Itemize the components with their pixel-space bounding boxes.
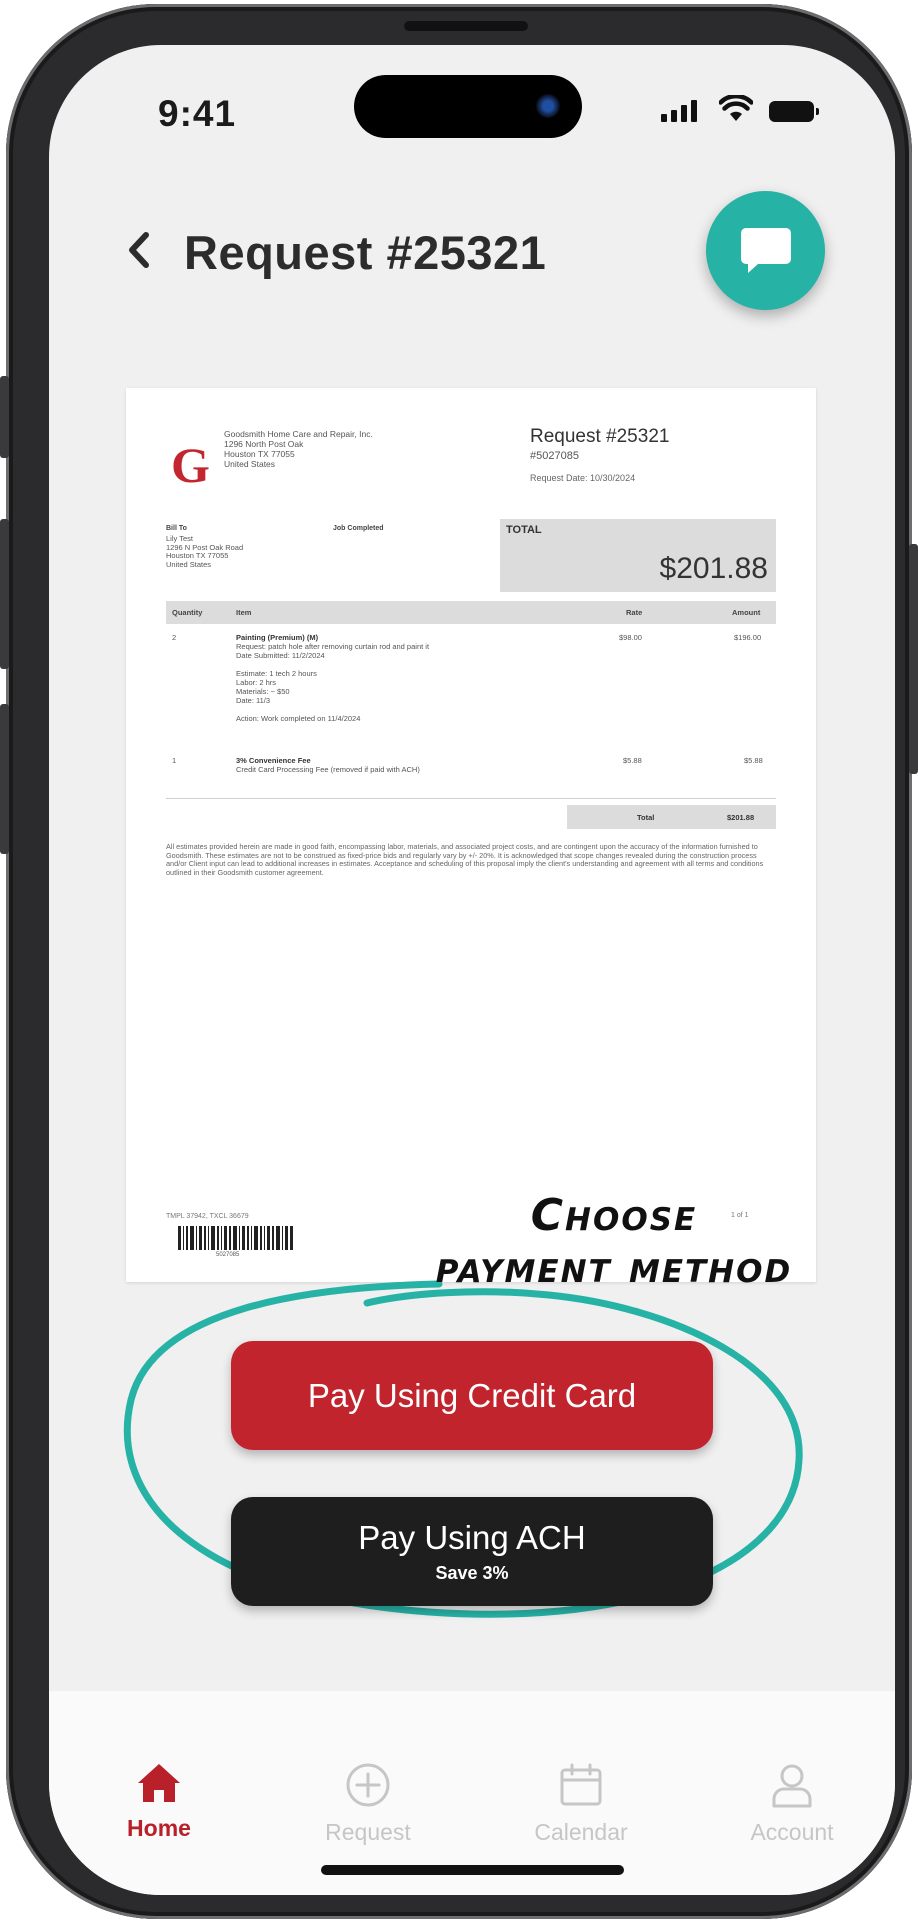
action-button: [0, 376, 9, 458]
tab-account[interactable]: Account: [722, 1761, 862, 1846]
tab-request-label: Request: [325, 1819, 411, 1845]
speaker-grille: [404, 21, 528, 31]
choose-payment-annotation: Choose payment method: [435, 1190, 793, 1293]
highlight-circle: [123, 1280, 803, 1618]
home-indicator[interactable]: [321, 1865, 624, 1875]
plus-circle-icon: [346, 1763, 390, 1807]
calendar-icon: [560, 1763, 602, 1806]
phone-frame: 9:41 Request #25321 G Goodsmith Home Car…: [0, 4, 918, 1919]
app-screen: 9:41 Request #25321 G Goodsmith Home Car…: [49, 45, 895, 1895]
volume-down-button: [0, 704, 9, 854]
tab-account-label: Account: [750, 1819, 834, 1845]
tab-calendar[interactable]: Calendar: [511, 1761, 651, 1846]
tab-request[interactable]: Request: [298, 1761, 438, 1846]
power-button: [909, 544, 918, 774]
pay-ach-button[interactable]: Pay Using ACH Save 3%: [231, 1497, 713, 1606]
ach-savings-label: Save 3%: [435, 1563, 509, 1583]
tab-calendar-label: Calendar: [534, 1819, 628, 1845]
volume-up-button: [0, 519, 9, 669]
user-icon: [772, 1764, 812, 1808]
pay-credit-card-button[interactable]: Pay Using Credit Card: [231, 1341, 713, 1450]
tab-home-label: Home: [127, 1815, 191, 1841]
pay-credit-card-label: Pay Using Credit Card: [307, 1376, 637, 1414]
pay-ach-label: Pay Using ACH: [358, 1519, 586, 1556]
home-icon: [138, 1764, 180, 1802]
tab-home[interactable]: Home: [89, 1761, 229, 1842]
